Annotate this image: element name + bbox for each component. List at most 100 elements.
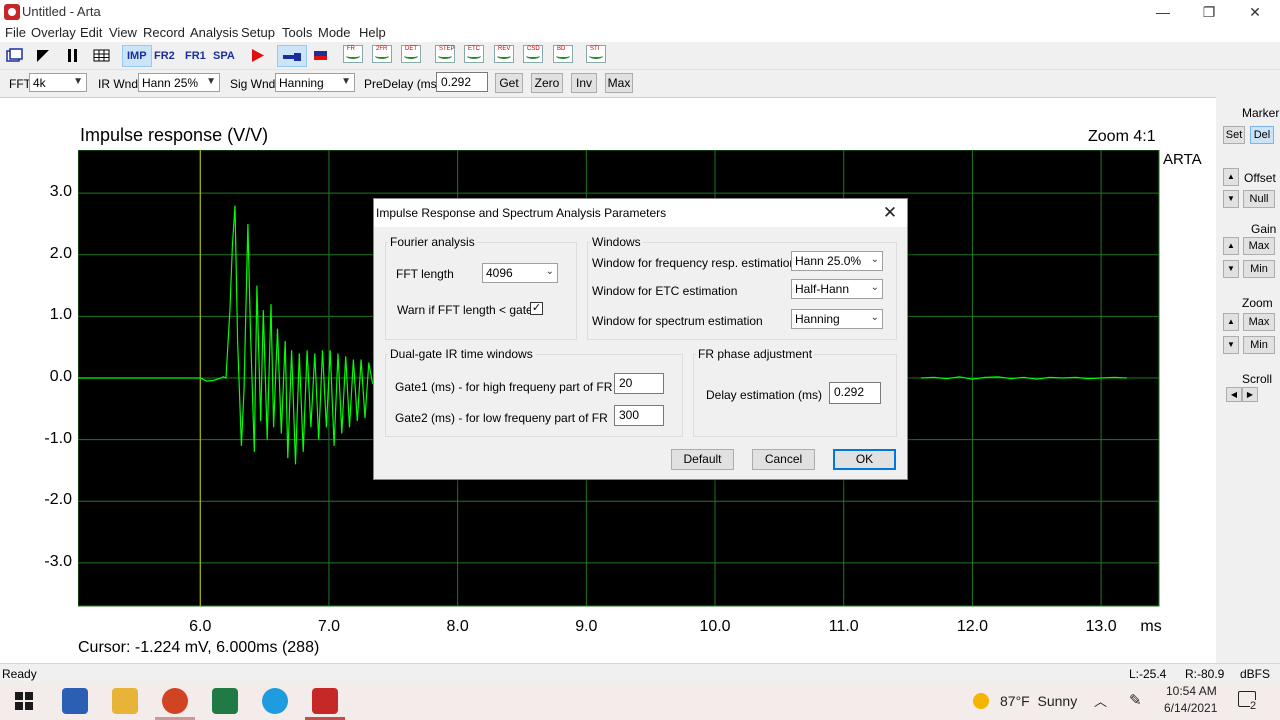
step-mini-button[interactable]: STEP xyxy=(435,45,455,63)
get-button[interactable]: Get xyxy=(495,73,523,93)
gain-down-button[interactable]: ▼ xyxy=(1223,260,1239,278)
fr-mini-button[interactable]: FR xyxy=(343,45,363,63)
fourier-analysis-title: Fourier analysis xyxy=(388,235,477,249)
dialog-title: Impulse Response and Spectrum Analysis P… xyxy=(376,206,667,220)
menu-analysis[interactable]: Analysis xyxy=(190,25,238,40)
menu-help[interactable]: Help xyxy=(359,25,386,40)
sig-wnd-select[interactable]: Hanning ▼ xyxy=(275,73,355,92)
fft-length-select[interactable]: 4096 ⌄ xyxy=(482,263,558,283)
menu-mode[interactable]: Mode xyxy=(318,25,351,40)
calibrate-button[interactable] xyxy=(308,45,334,67)
gain-min-button[interactable]: Min xyxy=(1243,260,1275,278)
marker-del-button[interactable]: Del xyxy=(1250,126,1274,144)
zero-button[interactable]: Zero xyxy=(531,73,563,93)
gate1-input[interactable]: 20 xyxy=(614,373,664,394)
open-file-button[interactable] xyxy=(2,45,28,67)
chevron-up-icon[interactable]: ︿ xyxy=(1094,691,1107,710)
scroll-right-button[interactable]: ▶ xyxy=(1242,387,1258,402)
weather-text[interactable]: 87°F Sunny xyxy=(1000,693,1077,709)
edge-icon[interactable] xyxy=(262,688,288,714)
ir-wnd-select[interactable]: Hann 25% ▼ xyxy=(138,73,220,92)
menu-record[interactable]: Record xyxy=(143,25,185,40)
x-tick-label: 12.0 xyxy=(957,618,988,635)
default-button[interactable]: Default xyxy=(671,449,734,470)
csd-mini-button[interactable]: CSD xyxy=(523,45,543,63)
powerpoint-icon[interactable] xyxy=(162,688,188,714)
delay-estimation-input[interactable]: 0.292 xyxy=(829,382,881,404)
arta-taskbar-icon[interactable] xyxy=(312,688,338,714)
windows-start-icon[interactable] xyxy=(15,692,33,710)
title-bar: Untitled - Arta — ❐ ✕ xyxy=(0,0,1280,24)
word-icon[interactable] xyxy=(62,688,88,714)
file-explorer-icon[interactable] xyxy=(112,688,138,714)
fr-window-select[interactable]: Hann 25.0% ⌄ xyxy=(791,251,883,271)
pause-button[interactable] xyxy=(60,45,86,67)
fft-label: FFT xyxy=(9,77,31,91)
scroll-left-button[interactable]: ◀ xyxy=(1226,387,1242,402)
sunny-weather-icon[interactable] xyxy=(973,693,989,709)
det-mini-button[interactable]: DET xyxy=(401,45,421,63)
gate2-input[interactable]: 300 xyxy=(614,405,664,426)
gain-max-button[interactable]: Max xyxy=(1243,237,1275,255)
offset-null-button[interactable]: Null xyxy=(1243,190,1275,208)
zoom-up-button[interactable]: ▲ xyxy=(1223,313,1239,331)
pause-icon xyxy=(68,49,77,62)
zoom-min-button[interactable]: Min xyxy=(1243,336,1275,354)
clock-time[interactable]: 10:54 AM xyxy=(1166,684,1217,698)
pen-icon[interactable]: ✎ xyxy=(1129,691,1142,709)
mode-fr1-button[interactable]: FR1 xyxy=(185,50,206,62)
menu-edit[interactable]: Edit xyxy=(80,25,102,40)
bd-mini-button[interactable]: BD xyxy=(553,45,573,63)
generator-button[interactable] xyxy=(30,45,56,67)
chevron-down-icon: ⌄ xyxy=(870,312,879,323)
clock-date[interactable]: 6/14/2021 xyxy=(1164,701,1217,715)
inv-button[interactable]: Inv xyxy=(571,73,597,93)
close-button[interactable]: ✕ xyxy=(1232,0,1278,24)
gain-up-button[interactable]: ▲ xyxy=(1223,237,1239,255)
warn-fft-checkbox[interactable]: ✓ xyxy=(530,302,543,315)
gate1-label: Gate1 (ms) - for high frequeny part of F… xyxy=(395,380,613,394)
play-icon xyxy=(252,49,264,62)
etc-mini-button[interactable]: ETC xyxy=(464,45,484,63)
x-axis-unit-label: ms xyxy=(1140,618,1161,635)
minimize-button[interactable]: — xyxy=(1140,0,1186,24)
offset-down-button[interactable]: ▼ xyxy=(1223,190,1239,208)
etc-window-select[interactable]: Half-Hann ⌄ xyxy=(791,279,883,299)
mode-spa-button[interactable]: SPA xyxy=(213,50,235,62)
menu-setup[interactable]: Setup xyxy=(241,25,275,40)
marker-set-button[interactable]: Set xyxy=(1223,126,1245,144)
record-button[interactable] xyxy=(245,45,271,67)
max-button[interactable]: Max xyxy=(605,73,633,93)
offset-up-button[interactable]: ▲ xyxy=(1223,168,1239,186)
x-tick-label: 11.0 xyxy=(829,618,859,635)
y-tick-label: -1.0 xyxy=(44,429,72,447)
dialog-close-icon[interactable]: ✕ xyxy=(879,202,901,224)
status-bar: Ready L:-25.4 R:-80.9 dBFS xyxy=(0,663,1280,681)
zoom-down-button[interactable]: ▼ xyxy=(1223,336,1239,354)
rev-mini-button[interactable]: REV xyxy=(494,45,514,63)
x-tick-label: 6.0 xyxy=(189,618,211,635)
open-file-icon xyxy=(6,48,23,62)
menu-view[interactable]: View xyxy=(109,25,137,40)
mode-fr2-button[interactable]: FR2 xyxy=(154,50,175,62)
zoom-max-button[interactable]: Max xyxy=(1243,313,1275,331)
cursor-readout: Cursor: -1.224 mV, 6.000ms (288) xyxy=(78,639,320,656)
cancel-button[interactable]: Cancel xyxy=(752,449,815,470)
fft-select[interactable]: 4k ▼ xyxy=(29,73,87,92)
menu-tools[interactable]: Tools xyxy=(282,25,312,40)
ir-wnd-label: IR Wnd xyxy=(98,77,139,91)
mode-imp-label: IMP xyxy=(127,50,147,62)
restore-button[interactable]: ❐ xyxy=(1186,0,1232,24)
menu-file[interactable]: File xyxy=(5,25,26,40)
predelay-input[interactable]: 0.292 xyxy=(436,72,488,92)
spectrum-window-select[interactable]: Hanning ⌄ xyxy=(791,309,883,329)
x-tick-label: 10.0 xyxy=(699,618,730,635)
sti-mini-button[interactable]: STI xyxy=(586,45,606,63)
table-button[interactable] xyxy=(89,45,115,67)
2fr-mini-button[interactable]: 2FR xyxy=(372,45,392,63)
excel-icon[interactable] xyxy=(212,688,238,714)
menu-overlay[interactable]: Overlay xyxy=(31,25,76,40)
chevron-down-icon: ▼ xyxy=(73,76,83,87)
probe-button[interactable] xyxy=(277,45,307,67)
ok-button[interactable]: OK xyxy=(833,449,896,470)
